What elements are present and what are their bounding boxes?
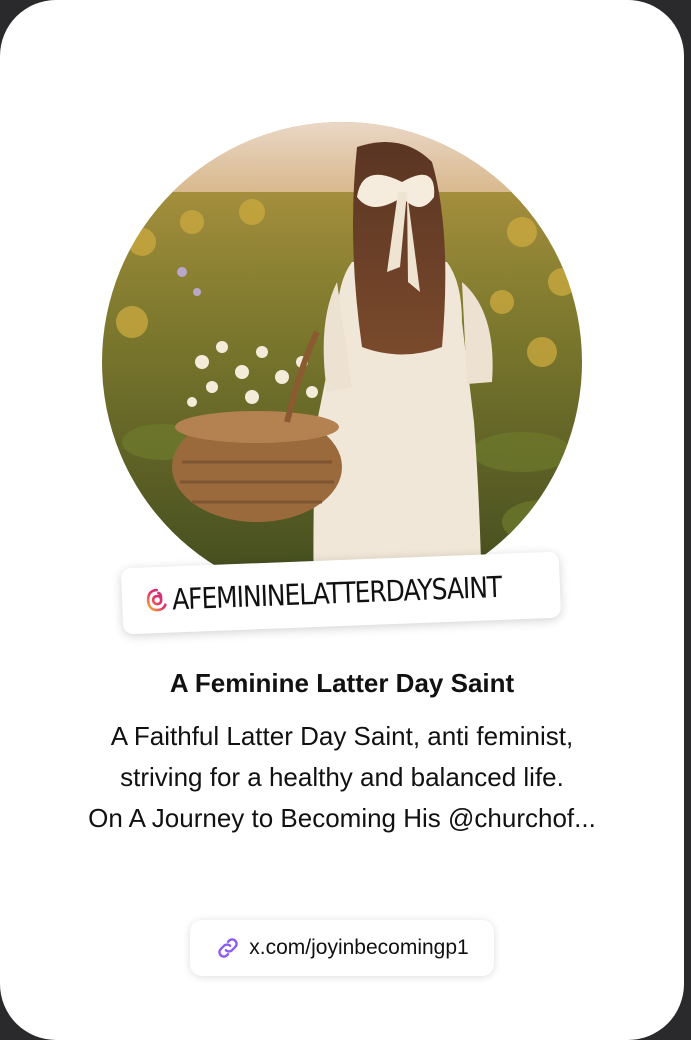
username-sticker[interactable]: AFEMININELATTERDAYSAINT xyxy=(120,551,562,635)
profile-avatar[interactable] xyxy=(102,122,582,602)
profile-card: AFEMININELATTERDAYSAINT A Feminine Latte… xyxy=(0,0,684,1040)
profile-link-button[interactable]: x.com/joyinbecomingp1 xyxy=(190,920,494,976)
username-handle: AFEMININELATTERDAYSAINT xyxy=(171,569,502,617)
bio: A Faithful Latter Day Saint, anti femini… xyxy=(20,716,664,839)
avatar-photo xyxy=(102,122,582,602)
display-name: A Feminine Latter Day Saint xyxy=(169,668,515,698)
profile-link-text: x.com/joyinbecomingp1 xyxy=(249,936,469,959)
chain-link-icon xyxy=(218,938,238,958)
bio-line: striving for a healthy and balanced life… xyxy=(120,762,564,792)
bio-line: A Faithful Latter Day Saint, anti femini… xyxy=(110,721,574,751)
bio-line: On A Journey to Becoming His @churchof..… xyxy=(88,803,596,833)
threads-gradient-icon xyxy=(146,588,167,612)
